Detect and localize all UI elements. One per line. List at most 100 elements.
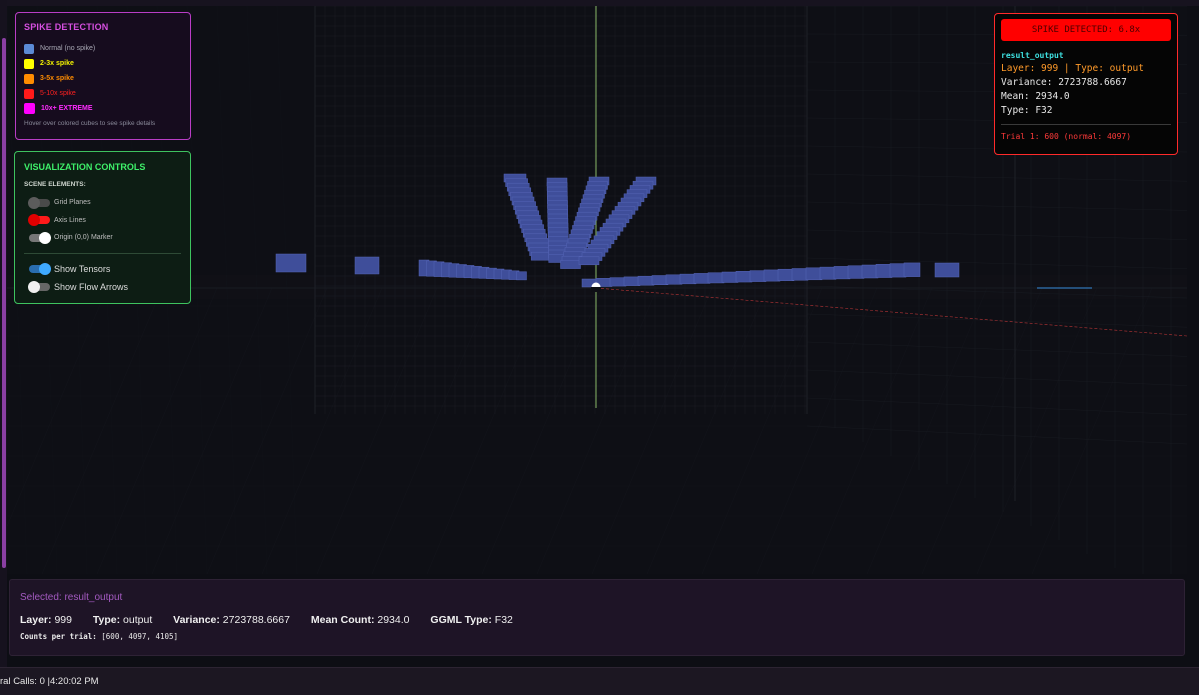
tensor-cube[interactable]: [735, 271, 753, 283]
tensor-cube[interactable]: [560, 260, 581, 269]
toggle-label: Origin (0,0) Marker: [54, 234, 113, 242]
stat-label: Variance:: [173, 614, 220, 626]
tensor-cube[interactable]: [609, 277, 627, 287]
selection-stats: Layer: 999 Type: output Variance: 272378…: [20, 614, 1174, 626]
stat-label: Type:: [92, 614, 121, 626]
grid-line: [806, 173, 1187, 182]
tensor-cube[interactable]: [777, 268, 795, 281]
left-scrollbar[interactable]: [2, 38, 6, 568]
toggle-show-flow-arrows[interactable]: Show Flow Arrows: [24, 278, 181, 296]
ggml-value: F32: [494, 614, 513, 626]
tensor-cube[interactable]: [749, 270, 767, 282]
toggle-switch[interactable]: [28, 214, 50, 227]
toggle-label: Grid Planes: [54, 199, 91, 207]
legend-swatch: [24, 88, 34, 99]
legend-label: 2-3x spike: [40, 60, 74, 67]
toggle-label: Show Tensors: [54, 263, 111, 274]
tensor-cube[interactable]: [623, 276, 641, 286]
grid-line: [976, 287, 1098, 574]
toggle-switch[interactable]: [28, 196, 50, 209]
tensor-cube[interactable]: [679, 273, 697, 285]
selection-info-bar: Selected: result_output Layer: 999 Type:…: [9, 579, 1185, 656]
grid-line: [866, 287, 988, 574]
tooltip-divider: [1001, 124, 1171, 125]
legend-label: 5-10x spike: [40, 90, 76, 97]
tensor-cube[interactable]: [861, 264, 879, 279]
legend-item: 5-10x spike: [24, 86, 182, 101]
counts-per-trial: Counts per trial: [600, 4097, 4105]: [20, 632, 1174, 641]
tensor-cube[interactable]: [847, 265, 865, 279]
tensor-cube[interactable]: [693, 273, 711, 284]
tensor-name: result_output: [1001, 51, 1064, 60]
grid-line: [806, 201, 1187, 211]
grid-line: [151, 287, 273, 574]
stat-label: GGML Type:: [430, 614, 492, 626]
tensor-cube[interactable]: [889, 263, 907, 278]
tensor-cube[interactable]: [833, 266, 851, 280]
tensor-cube[interactable]: [275, 253, 307, 273]
left-scroll-strip: [0, 0, 7, 670]
tensor-cube[interactable]: [903, 262, 921, 277]
grid-line: [921, 287, 1043, 574]
tensor-cube[interactable]: [791, 268, 809, 281]
tensor-cube[interactable]: [875, 264, 893, 278]
spike-detail-tooltip: SPIKE DETECTED: 6.8x result_output Layer…: [994, 13, 1178, 155]
grid-line: [806, 369, 1187, 386]
mean-value: 2934.0: [377, 614, 410, 626]
tensor-cube[interactable]: [354, 256, 380, 275]
tensor-cube[interactable]: [721, 271, 739, 283]
scene-elements-label: SCENE ELEMENTS:: [24, 181, 86, 188]
legend-item: 3-5x spike: [24, 71, 182, 86]
toggle-show-tensors[interactable]: Show Tensors: [24, 260, 181, 278]
toggle-switch[interactable]: [29, 231, 51, 244]
grid-line: [41, 287, 163, 574]
grid-line: [96, 287, 218, 574]
counts-value: [600, 4097, 4105]: [101, 632, 179, 641]
grid-line: [806, 397, 1187, 416]
layer-type-line: Layer: 999 | Type: output: [1001, 63, 1144, 74]
mean-line: Mean: 2934.0: [1001, 91, 1070, 102]
legend-hint: Hover over colored cubes to see spike de…: [24, 120, 156, 127]
legend-swatch: [24, 103, 35, 114]
tensor-cube[interactable]: [651, 275, 669, 285]
ggml-stat: GGML Type: F32: [430, 614, 512, 626]
tensor-cube[interactable]: [819, 266, 837, 280]
tensor-cube[interactable]: [578, 256, 600, 266]
toggle-knob: [28, 196, 40, 209]
tensor-cube[interactable]: [805, 267, 823, 281]
status-text: ral Calls: 0 |4:20:02 PM: [0, 676, 99, 687]
toggle-grid-planes[interactable]: Grid Planes: [24, 194, 181, 212]
toggle-knob: [28, 280, 40, 293]
spike-legend-list: Normal (no spike) 2-3x spike 3-5x spike …: [24, 41, 182, 116]
grid-line: [806, 229, 1187, 240]
toggle-switch[interactable]: [28, 280, 50, 293]
tensor-cubes[interactable]: [275, 173, 960, 288]
legend-label: Normal (no spike): [40, 45, 96, 52]
controls-divider: [24, 252, 181, 254]
tensor-cube[interactable]: [665, 274, 683, 285]
tensor-cube[interactable]: [707, 272, 725, 284]
toggle-knob: [39, 231, 51, 244]
variance-stat: Variance: 2723788.6667: [173, 614, 290, 626]
toggle-axis-lines[interactable]: Axis Lines: [24, 212, 181, 230]
toggle-label: Axis Lines: [54, 216, 86, 224]
toggle-switch[interactable]: [29, 262, 51, 275]
grid-line: [371, 287, 493, 574]
grid-line: [806, 341, 1187, 357]
stat-label: Mean Count:: [310, 614, 375, 626]
tensor-cube[interactable]: [637, 275, 655, 286]
tensor-cube[interactable]: [934, 262, 960, 278]
legend-label: 10x+ EXTREME: [41, 105, 93, 112]
tensor-cube[interactable]: [516, 271, 527, 281]
toggle-origin-marker[interactable]: Origin (0,0) Marker: [24, 229, 181, 247]
layer-stat: Layer: 999: [20, 614, 72, 626]
tensor-cube[interactable]: [763, 269, 781, 282]
legend-swatch: [24, 73, 34, 84]
layer-value: 999: [54, 614, 72, 626]
legend-item: 10x+ EXTREME: [24, 101, 182, 116]
toggle-knob: [28, 214, 40, 227]
grid-line: [1031, 287, 1153, 574]
grid-line: [481, 287, 603, 574]
variance-value: 2723788.6667: [222, 614, 290, 626]
grid-line: [591, 287, 713, 574]
